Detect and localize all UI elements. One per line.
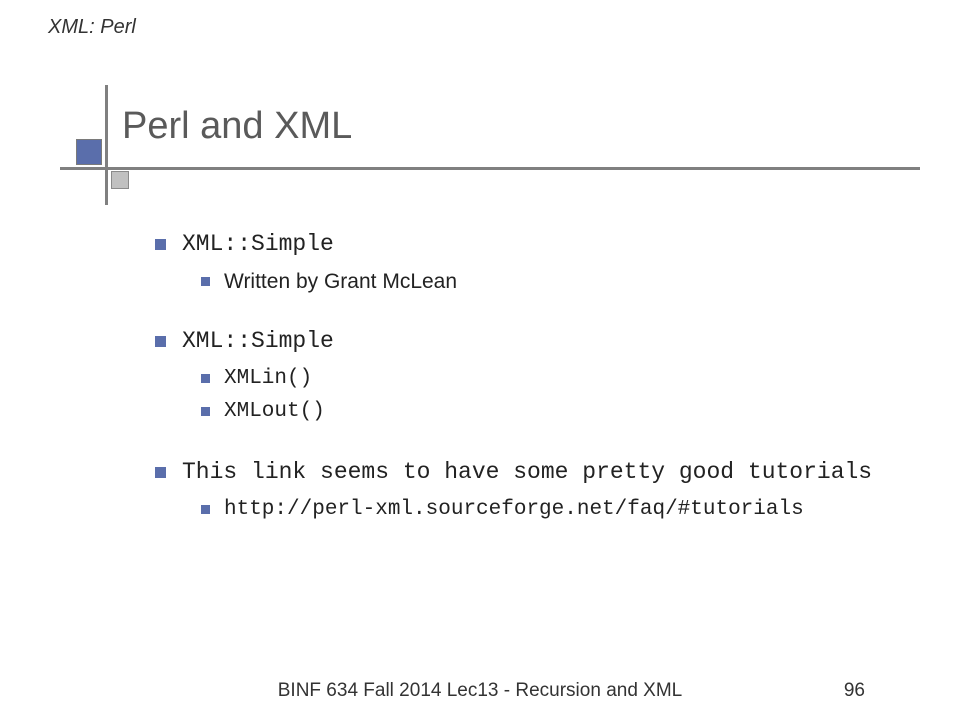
list-subitem: XMLin() bbox=[201, 365, 910, 392]
list-subitem: http://perl-xml.sourceforge.net/faq/#tut… bbox=[201, 496, 910, 523]
square-bullet-icon bbox=[155, 239, 166, 250]
square-bullet-icon bbox=[201, 407, 210, 416]
page-number: 96 bbox=[844, 680, 865, 702]
list-item-text: XMLout() bbox=[224, 398, 325, 425]
list-item: XML::Simple bbox=[155, 327, 910, 357]
slide-area: Perl and XML XML::SimpleWritten by Grant… bbox=[60, 85, 920, 660]
title-square-large bbox=[76, 139, 102, 165]
spacer bbox=[155, 301, 910, 327]
title-region: Perl and XML bbox=[60, 85, 920, 205]
square-bullet-icon bbox=[155, 336, 166, 347]
list-item-text: http://perl-xml.sourceforge.net/faq/#tut… bbox=[224, 496, 804, 523]
list-item-text: XML::Simple bbox=[182, 327, 334, 357]
title-rule-vertical bbox=[105, 85, 108, 205]
list-subitem: Written by Grant McLean bbox=[201, 268, 910, 295]
square-bullet-icon bbox=[201, 374, 210, 383]
spacer bbox=[155, 432, 910, 458]
list-subitem: XMLout() bbox=[201, 398, 910, 425]
square-bullet-icon bbox=[201, 505, 210, 514]
list-item-text: This link seems to have some pretty good… bbox=[182, 458, 872, 488]
footer-text: BINF 634 Fall 2014 Lec13 - Recursion and… bbox=[0, 680, 960, 702]
square-bullet-icon bbox=[155, 467, 166, 478]
list-item-text: XMLin() bbox=[224, 365, 312, 392]
list-item-text: XML::Simple bbox=[182, 230, 334, 260]
title-square-small bbox=[111, 171, 129, 189]
square-bullet-icon bbox=[201, 277, 210, 286]
list-item-text: Written by Grant McLean bbox=[224, 268, 457, 295]
slide-content: XML::SimpleWritten by Grant McLeanXML::S… bbox=[155, 230, 910, 529]
list-item: XML::Simple bbox=[155, 230, 910, 260]
header-label: XML: Perl bbox=[48, 16, 136, 39]
slide-title: Perl and XML bbox=[122, 105, 352, 148]
title-rule-horizontal bbox=[60, 167, 920, 170]
list-item: This link seems to have some pretty good… bbox=[155, 458, 910, 488]
